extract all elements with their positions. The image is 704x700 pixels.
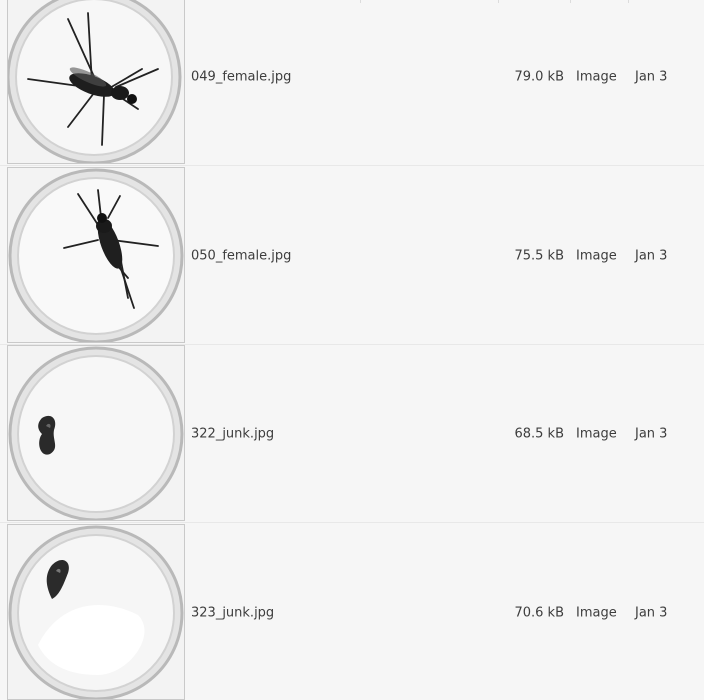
file-type: Image [576,248,617,263]
file-row[interactable]: 322_junk.jpg 68.5 kB Image Jan 3 [0,345,704,523]
file-modified-date: Jan 3 [635,605,668,620]
file-name: 050_female.jpg [191,248,292,263]
file-row[interactable]: 050_female.jpg 75.5 kB Image Jan 3 [0,167,704,345]
file-list: 049_female.jpg 79.0 kB Image Jan 3 050_f… [0,0,704,700]
file-size: 70.6 kB [514,605,564,620]
file-size: 79.0 kB [514,69,564,84]
file-name: 322_junk.jpg [191,426,275,441]
file-name: 323_junk.jpg [191,605,275,620]
file-name: 049_female.jpg [191,69,292,84]
file-row[interactable]: 323_junk.jpg 70.6 kB Image Jan 3 [0,524,704,700]
file-type: Image [576,605,617,620]
mosquito-female-thumbnail-icon [7,167,185,343]
file-size: 68.5 kB [514,426,564,441]
file-row[interactable]: 049_female.jpg 79.0 kB Image Jan 3 [0,0,704,166]
debris-thumbnail-icon [7,524,185,700]
file-modified-date: Jan 3 [635,69,668,84]
file-modified-date: Jan 3 [635,248,668,263]
debris-thumbnail-icon [7,345,185,521]
file-type: Image [576,69,617,84]
file-type: Image [576,426,617,441]
file-modified-date: Jan 3 [635,426,668,441]
mosquito-female-thumbnail-icon [7,0,185,164]
file-size: 75.5 kB [514,248,564,263]
